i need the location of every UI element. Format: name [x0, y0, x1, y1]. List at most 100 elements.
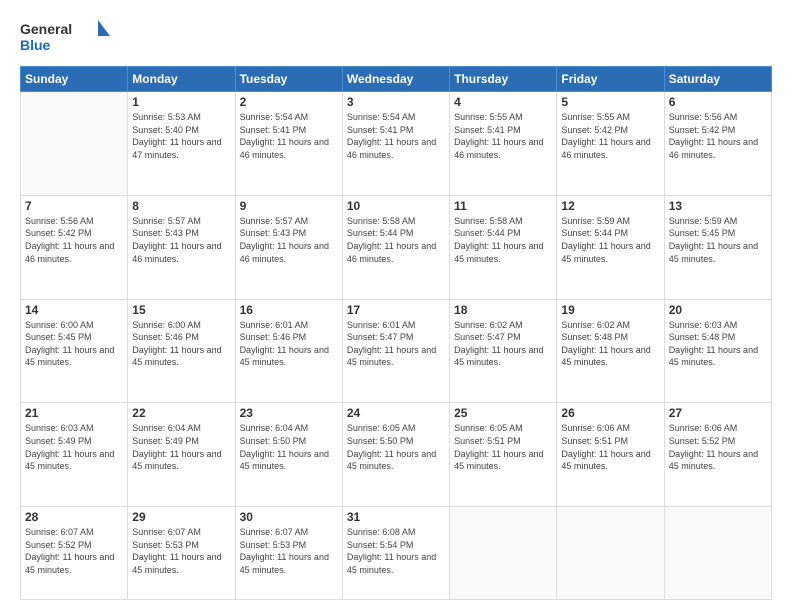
- calendar-cell: 22Sunrise: 6:04 AMSunset: 5:49 PMDayligh…: [128, 403, 235, 507]
- calendar-week-row: 1 Sunrise: 5:53 AMSunset: 5:40 PMDaylight…: [21, 92, 772, 196]
- calendar-cell: 4 Sunrise: 5:55 AMSunset: 5:41 PMDaylight…: [450, 92, 557, 196]
- calendar-cell: 6 Sunrise: 5:56 AMSunset: 5:42 PMDaylight…: [664, 92, 771, 196]
- calendar-cell: 15Sunrise: 6:00 AMSunset: 5:46 PMDayligh…: [128, 299, 235, 403]
- day-number: 22: [132, 406, 230, 420]
- day-number: 16: [240, 303, 338, 317]
- calendar-cell: 12Sunrise: 5:59 AMSunset: 5:44 PMDayligh…: [557, 195, 664, 299]
- calendar-cell: 24 Sunrise: 6:05 AMSunset: 5:50 PMDayligh…: [342, 403, 449, 507]
- day-info: Sunrise: 5:56 AMSunset: 5:42 PMDaylight:…: [25, 215, 123, 265]
- day-info: Sunrise: 5:55 AMSunset: 5:41 PMDaylight:…: [454, 111, 552, 161]
- calendar-week-row: 14Sunrise: 6:00 AMSunset: 5:45 PMDayligh…: [21, 299, 772, 403]
- day-info: Sunrise: 5:56 AMSunset: 5:42 PMDaylight:…: [669, 111, 767, 161]
- day-number: 1: [132, 95, 230, 109]
- calendar-cell: 8 Sunrise: 5:57 AMSunset: 5:43 PMDaylight…: [128, 195, 235, 299]
- day-number: 26: [561, 406, 659, 420]
- day-number: 31: [347, 510, 445, 524]
- calendar-cell: [450, 507, 557, 600]
- weekday-header-saturday: Saturday: [664, 67, 771, 92]
- day-info: Sunrise: 6:08 AMSunset: 5:54 PMDaylight:…: [347, 526, 445, 576]
- day-number: 23: [240, 406, 338, 420]
- calendar-cell: 21 Sunrise: 6:03 AMSunset: 5:49 PMDayligh…: [21, 403, 128, 507]
- day-info: Sunrise: 6:05 AMSunset: 5:51 PMDaylight:…: [454, 422, 552, 472]
- calendar-week-row: 21 Sunrise: 6:03 AMSunset: 5:49 PMDayligh…: [21, 403, 772, 507]
- day-number: 13: [669, 199, 767, 213]
- day-info: Sunrise: 5:57 AMSunset: 5:43 PMDaylight:…: [132, 215, 230, 265]
- calendar-cell: 19Sunrise: 6:02 AMSunset: 5:48 PMDayligh…: [557, 299, 664, 403]
- day-info: Sunrise: 6:02 AMSunset: 5:48 PMDaylight:…: [561, 319, 659, 369]
- calendar-cell: 30 Sunrise: 6:07 AMSunset: 5:53 PMDayligh…: [235, 507, 342, 600]
- calendar-cell: 20Sunrise: 6:03 AMSunset: 5:48 PMDayligh…: [664, 299, 771, 403]
- calendar-cell: 5 Sunrise: 5:55 AMSunset: 5:42 PMDaylight…: [557, 92, 664, 196]
- calendar-cell: [557, 507, 664, 600]
- day-info: Sunrise: 6:04 AMSunset: 5:50 PMDaylight:…: [240, 422, 338, 472]
- calendar-cell: 14Sunrise: 6:00 AMSunset: 5:45 PMDayligh…: [21, 299, 128, 403]
- day-number: 14: [25, 303, 123, 317]
- day-number: 11: [454, 199, 552, 213]
- day-info: Sunrise: 6:03 AMSunset: 5:49 PMDaylight:…: [25, 422, 123, 472]
- weekday-header-thursday: Thursday: [450, 67, 557, 92]
- calendar-cell: 10 Sunrise: 5:58 AMSunset: 5:44 PMDayligh…: [342, 195, 449, 299]
- day-number: 9: [240, 199, 338, 213]
- page: General Blue SundayMondayTuesdayWednesda…: [0, 0, 792, 612]
- calendar-cell: 27 Sunrise: 6:06 AMSunset: 5:52 PMDayligh…: [664, 403, 771, 507]
- calendar-cell: 1 Sunrise: 5:53 AMSunset: 5:40 PMDaylight…: [128, 92, 235, 196]
- header: General Blue: [20, 18, 772, 56]
- calendar-cell: [664, 507, 771, 600]
- calendar-cell: 18Sunrise: 6:02 AMSunset: 5:47 PMDayligh…: [450, 299, 557, 403]
- calendar-cell: 16 Sunrise: 6:01 AMSunset: 5:46 PMDayligh…: [235, 299, 342, 403]
- day-number: 30: [240, 510, 338, 524]
- day-number: 3: [347, 95, 445, 109]
- calendar-week-row: 28 Sunrise: 6:07 AMSunset: 5:52 PMDayligh…: [21, 507, 772, 600]
- day-info: Sunrise: 6:06 AMSunset: 5:51 PMDaylight:…: [561, 422, 659, 472]
- weekday-header-tuesday: Tuesday: [235, 67, 342, 92]
- svg-text:Blue: Blue: [20, 37, 51, 53]
- day-info: Sunrise: 5:58 AMSunset: 5:44 PMDaylight:…: [347, 215, 445, 265]
- day-number: 25: [454, 406, 552, 420]
- day-number: 12: [561, 199, 659, 213]
- day-info: Sunrise: 5:59 AMSunset: 5:45 PMDaylight:…: [669, 215, 767, 265]
- day-info: Sunrise: 6:01 AMSunset: 5:47 PMDaylight:…: [347, 319, 445, 369]
- day-info: Sunrise: 6:02 AMSunset: 5:47 PMDaylight:…: [454, 319, 552, 369]
- weekday-header-monday: Monday: [128, 67, 235, 92]
- day-info: Sunrise: 6:07 AMSunset: 5:53 PMDaylight:…: [240, 526, 338, 576]
- day-number: 6: [669, 95, 767, 109]
- day-info: Sunrise: 5:55 AMSunset: 5:42 PMDaylight:…: [561, 111, 659, 161]
- calendar-week-row: 7 Sunrise: 5:56 AMSunset: 5:42 PMDaylight…: [21, 195, 772, 299]
- day-info: Sunrise: 6:01 AMSunset: 5:46 PMDaylight:…: [240, 319, 338, 369]
- calendar-cell: 2 Sunrise: 5:54 AMSunset: 5:41 PMDaylight…: [235, 92, 342, 196]
- day-number: 24: [347, 406, 445, 420]
- day-number: 17: [347, 303, 445, 317]
- day-info: Sunrise: 5:58 AMSunset: 5:44 PMDaylight:…: [454, 215, 552, 265]
- calendar-cell: 28 Sunrise: 6:07 AMSunset: 5:52 PMDayligh…: [21, 507, 128, 600]
- calendar-cell: 7 Sunrise: 5:56 AMSunset: 5:42 PMDaylight…: [21, 195, 128, 299]
- day-number: 21: [25, 406, 123, 420]
- day-info: Sunrise: 5:54 AMSunset: 5:41 PMDaylight:…: [240, 111, 338, 161]
- day-info: Sunrise: 5:53 AMSunset: 5:40 PMDaylight:…: [132, 111, 230, 161]
- day-number: 7: [25, 199, 123, 213]
- calendar-cell: 25 Sunrise: 6:05 AMSunset: 5:51 PMDayligh…: [450, 403, 557, 507]
- day-info: Sunrise: 6:06 AMSunset: 5:52 PMDaylight:…: [669, 422, 767, 472]
- day-number: 5: [561, 95, 659, 109]
- weekday-header-friday: Friday: [557, 67, 664, 92]
- calendar-cell: 17 Sunrise: 6:01 AMSunset: 5:47 PMDayligh…: [342, 299, 449, 403]
- day-number: 8: [132, 199, 230, 213]
- day-info: Sunrise: 6:07 AMSunset: 5:52 PMDaylight:…: [25, 526, 123, 576]
- day-number: 2: [240, 95, 338, 109]
- day-number: 20: [669, 303, 767, 317]
- calendar-cell: [21, 92, 128, 196]
- calendar-cell: 13 Sunrise: 5:59 AMSunset: 5:45 PMDayligh…: [664, 195, 771, 299]
- day-number: 10: [347, 199, 445, 213]
- day-info: Sunrise: 5:57 AMSunset: 5:43 PMDaylight:…: [240, 215, 338, 265]
- calendar-cell: 23 Sunrise: 6:04 AMSunset: 5:50 PMDayligh…: [235, 403, 342, 507]
- day-info: Sunrise: 6:05 AMSunset: 5:50 PMDaylight:…: [347, 422, 445, 472]
- day-number: 28: [25, 510, 123, 524]
- day-number: 15: [132, 303, 230, 317]
- calendar-cell: 11 Sunrise: 5:58 AMSunset: 5:44 PMDayligh…: [450, 195, 557, 299]
- calendar-cell: 29Sunrise: 6:07 AMSunset: 5:53 PMDayligh…: [128, 507, 235, 600]
- day-number: 4: [454, 95, 552, 109]
- weekday-header-wednesday: Wednesday: [342, 67, 449, 92]
- day-info: Sunrise: 6:07 AMSunset: 5:53 PMDaylight:…: [132, 526, 230, 576]
- logo-svg: General Blue: [20, 18, 110, 56]
- day-number: 27: [669, 406, 767, 420]
- calendar-cell: 3Sunrise: 5:54 AMSunset: 5:41 PMDaylight…: [342, 92, 449, 196]
